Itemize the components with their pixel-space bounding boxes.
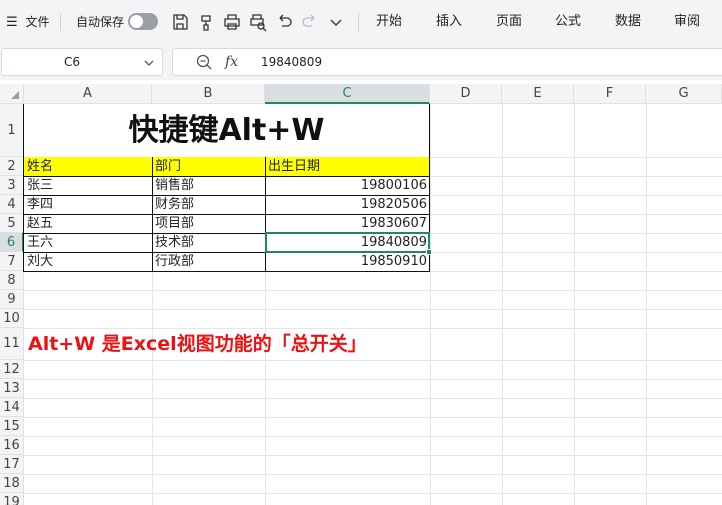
cell-name[interactable]: 赵五 [27, 214, 151, 233]
tab-review[interactable]: 审阅 [674, 0, 700, 44]
gridline [24, 309, 722, 310]
table-border [23, 195, 430, 196]
annotation-note[interactable]: Alt+W 是Excel视图功能的「总开关」 [28, 332, 367, 356]
table-border [23, 271, 430, 272]
tab-insert[interactable]: 插入 [436, 0, 462, 44]
cell-department[interactable]: 项目部 [155, 214, 263, 233]
formula-input[interactable]: fx 19840809 [172, 48, 722, 76]
cell-department[interactable]: 技术部 [155, 233, 263, 252]
cell-name[interactable]: 刘大 [27, 252, 151, 271]
gridline [24, 474, 722, 475]
active-cell-border [265, 232, 430, 253]
gridline [24, 436, 722, 437]
gridline [24, 290, 722, 291]
gridline [24, 398, 722, 399]
gridline [24, 379, 722, 380]
table-border [23, 214, 430, 215]
insert-function-icon[interactable]: fx [225, 49, 238, 75]
column-header-d[interactable]: D [430, 84, 502, 104]
cell-name[interactable]: 李四 [27, 195, 151, 214]
spreadsheet-grid[interactable]: A B C D E F G 1 2 3 4 5 6 7 8 9 10 11 12… [0, 84, 722, 505]
save-icon[interactable] [170, 12, 190, 32]
tab-home[interactable]: 开始 [376, 0, 402, 44]
row-header-19[interactable]: 19 [0, 493, 24, 505]
table-border [23, 176, 430, 177]
row-header-6[interactable]: 6 [0, 233, 24, 252]
row-header-15[interactable]: 15 [0, 417, 24, 436]
column-header-a[interactable]: A [24, 84, 152, 104]
top-toolbar: ☰ 文件 自动保存 开始 插入 页面 公式 数据 审阅 [0, 0, 722, 44]
print-icon[interactable] [222, 12, 242, 32]
undo-icon[interactable] [274, 12, 294, 32]
formula-bar: C6 fx 19840809 [0, 44, 722, 80]
cell-birth-date[interactable]: 19820506 [268, 195, 427, 214]
cell-birth-date[interactable]: 19850910 [268, 252, 427, 271]
toolbar-divider [358, 13, 359, 31]
column-header-c[interactable]: C [265, 84, 430, 104]
row-header-17[interactable]: 17 [0, 455, 24, 474]
menu-icon: ☰ [6, 15, 18, 30]
file-menu-label: 文件 [25, 15, 50, 29]
zoom-icon[interactable] [195, 53, 213, 71]
chevron-down-icon[interactable] [142, 55, 156, 69]
gridline [24, 328, 722, 329]
row-header-11[interactable]: 11 [0, 328, 24, 360]
table-border [23, 104, 24, 272]
header-department[interactable]: 部门 [155, 157, 263, 176]
row-header-4[interactable]: 4 [0, 195, 24, 214]
select-all-corner[interactable] [0, 84, 24, 104]
row-header-10[interactable]: 10 [0, 309, 24, 328]
gridline [430, 104, 431, 505]
tab-data[interactable]: 数据 [615, 0, 641, 44]
cell-name[interactable]: 王六 [27, 233, 151, 252]
column-header-f[interactable]: F [574, 84, 646, 104]
cell-department[interactable]: 销售部 [155, 176, 263, 195]
row-header-8[interactable]: 8 [0, 271, 24, 290]
row-header-7[interactable]: 7 [0, 252, 24, 271]
toolbar-divider [60, 13, 61, 31]
header-birth-date[interactable]: 出生日期 [268, 157, 428, 176]
column-header-e[interactable]: E [502, 84, 574, 104]
cell-reference: C6 [63, 55, 80, 69]
autosave-toggle[interactable] [128, 13, 158, 30]
chevron-down-icon[interactable] [326, 12, 346, 32]
column-header-b[interactable]: B [152, 84, 265, 104]
row-header-2[interactable]: 2 [0, 157, 24, 176]
cell-name[interactable]: 张三 [27, 176, 151, 195]
row-header-9[interactable]: 9 [0, 290, 24, 309]
gridline [646, 104, 647, 505]
sheet-title[interactable]: 快捷键Alt+W [24, 104, 429, 157]
row-header-5[interactable]: 5 [0, 214, 24, 233]
tab-formulas[interactable]: 公式 [555, 0, 581, 44]
cell-birth-date[interactable]: 19800106 [268, 176, 427, 195]
row-header-12[interactable]: 12 [0, 360, 24, 379]
gridline [502, 104, 503, 505]
file-menu[interactable]: ☰ 文件 [6, 0, 50, 44]
cell-department[interactable]: 行政部 [155, 252, 263, 271]
print-preview-icon[interactable] [248, 12, 268, 32]
row-header-3[interactable]: 3 [0, 176, 24, 195]
tab-page[interactable]: 页面 [496, 0, 522, 44]
gridline [24, 455, 722, 456]
format-painter-icon[interactable] [196, 12, 216, 32]
autosave-label: 自动保存 [76, 15, 125, 29]
gridline [574, 104, 575, 505]
row-header-14[interactable]: 14 [0, 398, 24, 417]
cell-birth-date[interactable]: 19830607 [268, 214, 427, 233]
gridline [24, 493, 722, 494]
column-header-g[interactable]: G [646, 84, 722, 104]
row-header-13[interactable]: 13 [0, 379, 24, 398]
row-header-18[interactable]: 18 [0, 474, 24, 493]
gridline [24, 360, 722, 361]
name-box[interactable]: C6 [1, 48, 163, 76]
formula-value: 19840809 [261, 55, 323, 69]
cell-department[interactable]: 财务部 [155, 195, 263, 214]
row-header-16[interactable]: 16 [0, 436, 24, 455]
redo-icon[interactable] [300, 12, 320, 32]
header-name[interactable]: 姓名 [27, 157, 151, 176]
row-header-1[interactable]: 1 [0, 104, 24, 157]
fill-handle[interactable] [426, 249, 432, 255]
gridline [24, 417, 722, 418]
